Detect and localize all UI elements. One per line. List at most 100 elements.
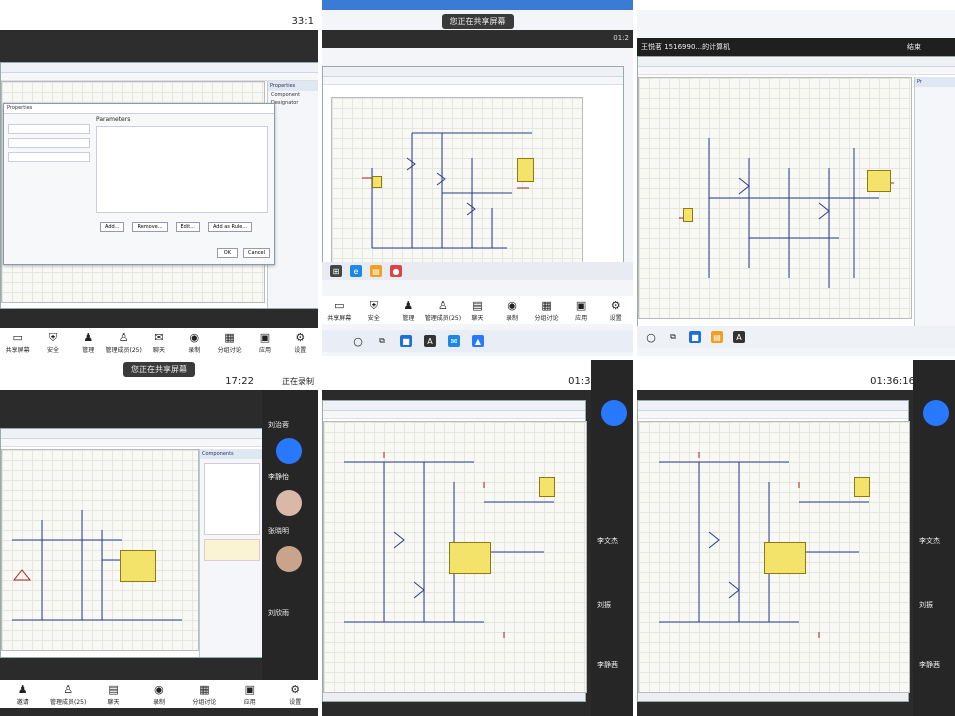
participant-name: 李静茜 [597, 661, 618, 669]
search-icon[interactable]: ○ [645, 331, 657, 344]
folder-icon[interactable]: ▤ [370, 265, 382, 277]
altium-window [322, 66, 624, 280]
screen-share-control[interactable]: ▭ 共享屏幕 [325, 300, 353, 323]
settings-control[interactable]: ⚙ 设置 [286, 332, 314, 355]
meeting-controls: ▭ 共享屏幕 ⛨ 安全 ♟ 管理 ♙ 管理成员(25) ▤ 聊天 ◉ 录制 ▦ 分组讨论 ▣ 应用 ⚙ 设置 [322, 296, 633, 324]
app-icon[interactable]: ● [390, 265, 402, 277]
control-label: 管理成员(25) [49, 699, 87, 706]
participant-name: 张晓明 [268, 527, 289, 535]
participant-sidebar: 李文杰 刘振 李静茜 [591, 360, 633, 716]
settings-control[interactable]: ⚙ 设置 [602, 299, 630, 323]
description-field[interactable] [8, 152, 90, 162]
apps-control[interactable]: ▣ 应用 [236, 684, 264, 707]
tile-3: 王悦茗 1516990...的计算机 结束 Pr ○ ⧉ ■ ▤ A [637, 0, 955, 356]
schematic-sheet [331, 97, 583, 269]
remote-title: 王悦茗 1516990...的计算机 [641, 43, 731, 51]
altium-window: Pr [637, 56, 955, 328]
altium-icon[interactable]: A [733, 331, 745, 343]
manage-members-control[interactable]: ♙ 管理成员(25) [425, 300, 461, 323]
participant-name: 李静怡 [268, 473, 289, 481]
screen-share-control[interactable]: ▭ 共享屏幕 [4, 332, 32, 355]
control-label: 安全 [367, 315, 380, 322]
breakout-icon: ▦ [199, 683, 210, 696]
participant-name: 刘欣雨 [268, 609, 289, 617]
ic-chip [449, 542, 491, 574]
invite-control[interactable]: ✉ 聊天 [145, 332, 173, 355]
chat-control[interactable]: ▤ 聊天 [100, 684, 128, 707]
recording-indicator: 正在录制 [282, 377, 314, 386]
breakout-icon: ▦ [541, 299, 552, 312]
record-control[interactable]: ◉ 录制 [498, 299, 526, 323]
participant-name: 刘治蓉 [268, 421, 289, 429]
mail-icon[interactable]: ✉ [448, 335, 460, 347]
end-control-button[interactable]: 结束 [907, 42, 921, 52]
record-icon: ◉ [189, 331, 200, 344]
breakout-control[interactable]: ▦ 分组讨论 [216, 332, 244, 355]
app-icon[interactable]: ■ [400, 335, 412, 347]
ok-button[interactable]: OK [216, 248, 238, 258]
participants-icon: ♟ [403, 299, 414, 312]
windows-taskbar: ⊞ e ▤ ● [322, 262, 633, 280]
add-rule-button[interactable]: Add as Rule... [207, 222, 253, 232]
breakout-control[interactable]: ▦ 分组讨论 [190, 683, 218, 707]
manage-members-control[interactable]: ♙ 管理成员(25) [50, 684, 86, 707]
control-label: 共享屏幕 [327, 315, 352, 322]
control-label: 设置 [609, 315, 622, 322]
control-label: 录制 [505, 315, 518, 322]
sharing-banner: 您正在共享屏幕 [123, 362, 195, 377]
control-label: 管理 [82, 347, 95, 354]
schematic-sheet [1, 449, 199, 651]
edge-icon[interactable]: e [350, 265, 362, 277]
participants-control[interactable]: ♟ 邀请 [9, 684, 37, 707]
control-label: 应用 [243, 699, 256, 706]
control-label: 应用 [575, 315, 588, 322]
control-label: 应用 [258, 347, 271, 354]
manage-members-control[interactable]: ♙ 管理成员(25) [105, 332, 141, 355]
screenshot-grid: 33:1 Properties Component Designator Pro… [0, 0, 955, 716]
search-icon[interactable]: ○ [352, 335, 364, 348]
participant-name: 刘振 [597, 601, 611, 609]
record-control[interactable]: ◉ 录制 [145, 684, 173, 707]
tile-5: 01:36:16 李文杰 刘振 李静茜 [322, 360, 633, 716]
chat-control[interactable]: ▤ 聊天 [463, 300, 491, 323]
altium-icon[interactable]: A [424, 335, 436, 347]
record-control[interactable]: ◉ 录制 [180, 331, 208, 355]
component-dialog: Properties Parameters Add... Remove... E… [3, 103, 275, 265]
apps-icon: ▣ [575, 299, 587, 312]
security-control[interactable]: ⛨ 安全 [360, 300, 388, 323]
connector [854, 477, 870, 497]
meeting-clock: 17:22 [225, 376, 254, 387]
app-icon[interactable]: ■ [689, 331, 701, 343]
control-label: 安全 [46, 347, 59, 354]
altium-window: Components [0, 428, 264, 658]
apps-control[interactable]: ▣ 应用 [567, 299, 595, 323]
schematic-sheet [638, 421, 910, 693]
altium-window [322, 400, 587, 702]
task-view-icon[interactable]: ⧉ [376, 335, 388, 347]
settings-icon: ⚙ [610, 299, 621, 312]
participant-name: 李静茜 [919, 661, 940, 669]
security-control[interactable]: ⛨ 安全 [39, 332, 67, 355]
edit-button[interactable]: Edit... [175, 222, 200, 232]
record-icon: ◉ [507, 299, 517, 312]
participants-control[interactable]: ♟ 管理 [394, 299, 422, 323]
meeting-controls: ▭ 共享屏幕 ⛨ 安全 ♟ 管理 ♙ 管理成员(25) ✉ 聊天 ◉ 录制 ▦ 分组讨论 ▣ 应用 ⚙ 设置 [0, 328, 318, 356]
meeting-clock: 33:1 [291, 16, 314, 27]
comment-field[interactable] [8, 138, 90, 148]
remove-button[interactable]: Remove... [132, 222, 168, 232]
apps-control[interactable]: ▣ 应用 [251, 332, 279, 355]
settings-control[interactable]: ⚙ 设置 [281, 684, 309, 707]
control-label: 聊天 [107, 699, 120, 706]
designator-field[interactable] [8, 124, 90, 134]
meeting-app-icon[interactable]: ▲ [472, 335, 484, 347]
ic-chip [867, 170, 891, 192]
windows-icon[interactable]: ⊞ [330, 265, 342, 277]
add-button[interactable]: Add... [100, 222, 125, 232]
breakout-control[interactable]: ▦ 分组讨论 [533, 299, 561, 323]
folder-icon[interactable]: ▤ [711, 331, 723, 343]
participants-control[interactable]: ♟ 管理 [74, 332, 102, 355]
sharing-banner: 您正在共享屏幕 [441, 14, 514, 29]
task-view-icon[interactable]: ⧉ [667, 331, 679, 343]
parameters-table[interactable] [96, 126, 268, 213]
cancel-button[interactable]: Cancel [243, 248, 270, 258]
